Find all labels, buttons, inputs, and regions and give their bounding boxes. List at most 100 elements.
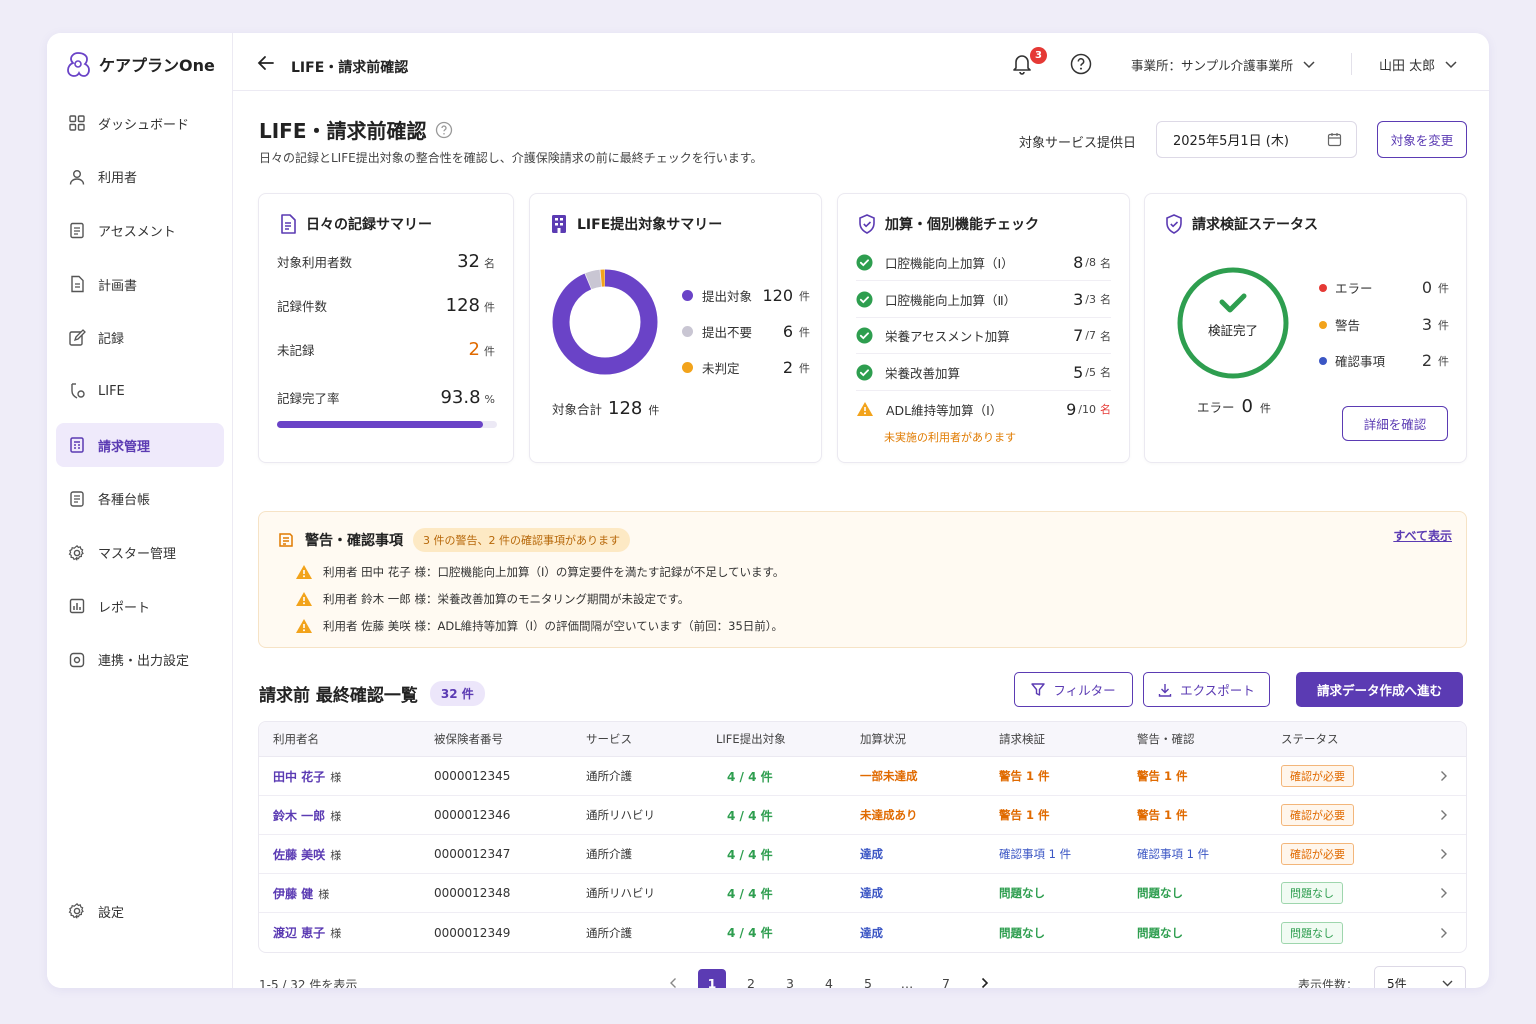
document-icon — [71, 275, 84, 293]
list-count-pill: 32 件 — [429, 681, 485, 706]
record-label: 記録完了率 — [277, 391, 340, 406]
page-button[interactable]: 7 — [932, 969, 960, 989]
status-badge: 問題なし — [1281, 882, 1343, 904]
chevron-right-icon[interactable] — [1440, 809, 1448, 821]
record-row: 未記録 2 件 — [277, 339, 495, 360]
show-all-link[interactable]: すべて表示 — [1393, 527, 1452, 544]
kasan-status-cell: 達成 — [860, 847, 883, 861]
office-selector[interactable]: 事業所：サンプル介護事業所 — [1131, 55, 1315, 74]
sidebar-item-label: 各種台帳 — [98, 493, 151, 509]
page-button[interactable]: 5 — [854, 969, 882, 989]
sidebar-item-report[interactable]: レポート — [56, 584, 224, 628]
app-logo[interactable]: ケアプランOne — [65, 49, 215, 79]
legend-label: 確認事項 — [1335, 354, 1386, 369]
kasan-status-cell: 未達成あり — [860, 808, 918, 822]
card-title: 日々の記録サマリー — [279, 214, 432, 234]
chevron-right-icon[interactable] — [1440, 770, 1448, 782]
chevron-left-icon — [670, 978, 676, 988]
download-icon — [1158, 683, 1172, 697]
kasan-status-cell: 一部未達成 — [860, 769, 918, 783]
sidebar-item-edit[interactable]: 記録 — [56, 316, 224, 360]
table-row[interactable]: 渡辺 恵子様 0000012349 通所介護 4 / 4 件 達成 問題なし 問題なし 問題な… — [259, 913, 1466, 952]
chevron-right-icon[interactable] — [1440, 927, 1448, 939]
kasan-unit: 名 — [1100, 366, 1111, 379]
sidebar-nav: ダッシュボード 利用者アセスメント 計画書記録 LIFE 請求管理各種台帳マスター管理レ… — [56, 101, 224, 692]
help-icon[interactable] — [1070, 53, 1092, 75]
check-circle-icon — [856, 254, 873, 271]
card-title-text: 日々の記録サマリー — [306, 217, 432, 233]
top-header: LIFE・請求前確認 3 事業所：サンプル介護事業所 山田 太郎 — [233, 33, 1489, 91]
user-menu[interactable]: 山田 太郎 — [1379, 55, 1457, 74]
verify-cell: 警告 1 件 — [999, 808, 1050, 822]
records-summary-card: 日々の記録サマリー 対象利用者数 32 名記録件数 128 件未記録 2 件記録完了率 93.… — [258, 193, 514, 463]
chevron-down-icon — [1442, 980, 1453, 987]
office-name: 事業所：サンプル介護事業所 — [1131, 58, 1294, 73]
column-header[interactable]: サービス — [586, 731, 632, 747]
sidebar-item-billing[interactable]: 請求管理 — [56, 423, 224, 468]
patient-name-cell: 田中 花子様 — [273, 768, 341, 785]
card-title-text: 加算・個別機能チェック — [885, 217, 1039, 233]
life-total: 対象合計 128 件 — [552, 398, 659, 419]
sidebar-item-link-settings[interactable]: 連携・出力設定 — [56, 638, 224, 682]
legend-dot — [682, 326, 693, 337]
column-header[interactable]: LIFE提出対象 — [716, 731, 786, 747]
page-button[interactable]: 1 — [698, 969, 726, 988]
page-button[interactable]: … — [893, 969, 921, 989]
per-page-select[interactable]: 5件 — [1374, 966, 1466, 988]
page-button[interactable]: 4 — [815, 969, 843, 989]
chevron-right-icon[interactable] — [1440, 887, 1448, 899]
table-row[interactable]: 鈴木 一郎様 0000012346 通所リハビリ 4 / 4 件 未達成あり 警告 1 件… — [259, 796, 1466, 835]
export-button[interactable]: エクスポート — [1143, 672, 1270, 707]
bell-icon[interactable] — [1012, 53, 1032, 75]
legend-unit: 件 — [1438, 318, 1449, 332]
column-header[interactable]: 被保険者番号 — [434, 731, 503, 747]
verify-cell: 確認事項 1 件 — [999, 847, 1072, 861]
column-header[interactable]: 利用者名 — [273, 731, 319, 747]
table-row[interactable]: 田中 花子様 0000012345 通所介護 4 / 4 件 一部未達成 警告 1 件 警告… — [259, 757, 1466, 796]
legend-label: 警告 — [1335, 318, 1361, 333]
change-target-button[interactable]: 対象を変更 — [1377, 121, 1467, 158]
gear-icon — [68, 902, 84, 919]
help-icon[interactable] — [435, 121, 453, 139]
column-header[interactable]: 請求検証 — [999, 731, 1045, 747]
legend-unit: 件 — [799, 289, 810, 303]
list-title: 請求前 最終確認一覧 32 件 — [259, 681, 485, 706]
sidebar-item-clipboard[interactable]: アセスメント — [56, 208, 224, 252]
patient-name-link[interactable]: 田中 花子 — [273, 770, 325, 784]
table-row[interactable]: 佐藤 美咲様 0000012347 通所介護 4 / 4 件 達成 確認事項 1 件 確認事… — [259, 835, 1466, 874]
sidebar-item-life[interactable]: LIFE — [56, 369, 224, 413]
sidebar-item-settings[interactable]: 設定 — [56, 889, 224, 933]
record-value: 32 — [457, 251, 480, 272]
prev-page-button[interactable] — [659, 969, 687, 988]
filter-button[interactable]: フィルター — [1014, 672, 1133, 707]
error-summary-unit: 件 — [1259, 402, 1271, 415]
kasan-warning-note: 未実施の利用者があります — [884, 431, 1016, 444]
kasan-check-card: 加算・個別機能チェック 口腔機能向上加算（Ⅰ） 8/8 名口腔機能向上加算（Ⅱ） 3/… — [837, 193, 1130, 463]
life-target-cell: 4 / 4 件 — [727, 847, 773, 862]
view-details-button[interactable]: 詳細を確認 — [1342, 406, 1448, 441]
sidebar-item-ledger[interactable]: 各種台帳 — [56, 477, 224, 521]
sidebar-item-document[interactable]: 計画書 — [56, 262, 224, 306]
table-row[interactable]: 伊藤 健様 0000012348 通所リハビリ 4 / 4 件 達成 問題なし 問題なし 問題… — [259, 874, 1466, 913]
record-row: 対象利用者数 32 名 — [277, 251, 495, 272]
final-check-table: 利用者名 被保険者番号 サービス LIFE提出対象 加算状況 請求検証 警告・確認 ステータス… — [258, 721, 1467, 953]
sidebar-item-user[interactable]: 利用者 — [56, 155, 224, 199]
create-billing-data-button[interactable]: 請求データ作成へ進む — [1296, 672, 1463, 707]
patient-name-link[interactable]: 伊藤 健 — [273, 887, 313, 901]
next-page-button[interactable] — [971, 969, 999, 988]
patient-name-link[interactable]: 鈴木 一郎 — [273, 809, 325, 823]
patient-name-link[interactable]: 佐藤 美咲 — [273, 848, 325, 862]
column-header[interactable]: 警告・確認 — [1137, 731, 1195, 747]
page-button[interactable]: 3 — [776, 969, 804, 989]
sidebar-item-grid[interactable]: ダッシュボード — [56, 101, 224, 145]
column-header[interactable]: 加算状況 — [860, 731, 906, 747]
back-arrow-icon[interactable] — [257, 55, 275, 71]
date-picker[interactable]: 2025年5月1日 (木) — [1156, 121, 1357, 158]
patient-name-link[interactable]: 渡辺 恵子 — [273, 926, 325, 940]
chevron-right-icon[interactable] — [1440, 848, 1448, 860]
column-header[interactable]: ステータス — [1281, 731, 1339, 747]
page-button[interactable]: 2 — [737, 969, 765, 989]
life-target-cell: 4 / 4 件 — [727, 769, 773, 784]
export-button-label: エクスポート — [1180, 683, 1255, 698]
sidebar-item-gear[interactable]: マスター管理 — [56, 531, 224, 575]
